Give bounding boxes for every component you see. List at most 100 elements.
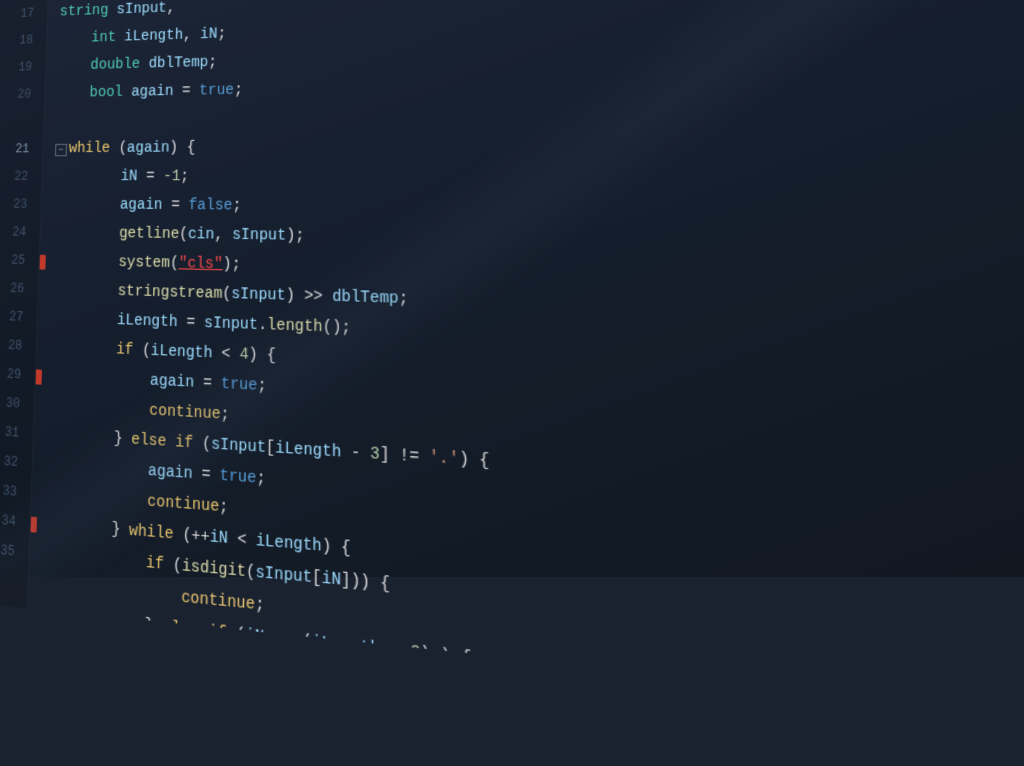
token: sInput bbox=[211, 430, 266, 464]
ln-blank2 bbox=[0, 564, 20, 598]
token: iN bbox=[209, 523, 228, 556]
token: again bbox=[120, 192, 163, 221]
ln-24: 24 bbox=[0, 219, 33, 248]
token: } bbox=[113, 425, 131, 456]
ln-23: 23 bbox=[0, 191, 33, 219]
token bbox=[57, 80, 90, 108]
token: - bbox=[390, 635, 400, 669]
token bbox=[400, 636, 410, 670]
token: != bbox=[399, 441, 419, 474]
ln-28: 28 bbox=[0, 331, 29, 361]
ln-29: 29 bbox=[0, 360, 28, 391]
ln-35: 35 bbox=[0, 534, 21, 568]
token: ); bbox=[286, 222, 305, 252]
token bbox=[58, 25, 91, 53]
token: bool bbox=[89, 79, 123, 107]
ln-31: 31 bbox=[0, 417, 25, 449]
token bbox=[292, 626, 302, 660]
token: = bbox=[201, 460, 211, 491]
token: - bbox=[351, 438, 361, 470]
ln-25: 25 bbox=[0, 247, 32, 276]
token: getline bbox=[119, 220, 180, 250]
ln-17: 17 bbox=[0, 0, 40, 28]
collapse-icon-21[interactable]: − bbox=[55, 144, 67, 156]
token: (); bbox=[323, 313, 351, 345]
token: } bbox=[144, 611, 163, 644]
token bbox=[390, 441, 400, 474]
token: 4 bbox=[239, 341, 248, 372]
token bbox=[210, 461, 220, 492]
token: system bbox=[118, 249, 170, 279]
token: ; bbox=[217, 21, 226, 49]
token: iN bbox=[200, 21, 218, 50]
ln-32: 32 bbox=[0, 446, 24, 478]
token: 3 bbox=[410, 637, 420, 671]
token: stringstream bbox=[117, 278, 222, 310]
token: true bbox=[219, 462, 256, 496]
token: int bbox=[91, 25, 116, 53]
token bbox=[295, 282, 304, 313]
token bbox=[49, 305, 117, 336]
token bbox=[52, 219, 120, 248]
token: ( bbox=[246, 557, 256, 590]
token bbox=[45, 421, 114, 455]
ln-30: 30 bbox=[0, 388, 26, 419]
ln-27: 27 bbox=[0, 303, 30, 333]
token: ) { bbox=[248, 341, 276, 373]
token-cls-string: "cls" bbox=[178, 250, 223, 280]
token bbox=[228, 524, 238, 556]
token: else if bbox=[162, 613, 227, 651]
token: ; bbox=[232, 192, 241, 221]
editor-container: 17 18 19 20 21 22 23 24 25 26 27 28 29 3… bbox=[0, 0, 1024, 577]
token: double bbox=[90, 51, 140, 80]
token bbox=[54, 163, 121, 191]
token bbox=[264, 623, 274, 656]
token: sInput bbox=[204, 309, 258, 341]
token: dblTemp bbox=[332, 283, 399, 316]
token: ; bbox=[255, 590, 265, 623]
token: iN bbox=[245, 621, 264, 655]
token: ( bbox=[222, 280, 231, 310]
ln-34: 34 bbox=[0, 505, 22, 538]
token bbox=[57, 53, 90, 81]
token: 3 bbox=[370, 439, 380, 471]
ln-20: 20 bbox=[0, 81, 37, 109]
token: . bbox=[258, 311, 267, 342]
token bbox=[419, 442, 429, 475]
token: string bbox=[59, 0, 109, 26]
token: ( bbox=[202, 430, 212, 461]
code-view: 17 18 19 20 21 22 23 24 25 26 27 28 29 3… bbox=[0, 0, 1024, 737]
token: false bbox=[188, 192, 232, 221]
token bbox=[230, 340, 239, 371]
token: ) { bbox=[459, 445, 490, 479]
token: ++ bbox=[191, 521, 210, 554]
token: = bbox=[203, 369, 212, 400]
ln-22: 22 bbox=[0, 164, 34, 192]
token: iLength bbox=[275, 434, 341, 469]
token: if bbox=[116, 336, 134, 366]
token bbox=[226, 619, 236, 652]
token bbox=[323, 283, 332, 314]
token: , bbox=[183, 22, 201, 50]
token: ); bbox=[223, 251, 241, 281]
token: length bbox=[267, 311, 323, 343]
token bbox=[50, 276, 118, 307]
token: ; bbox=[399, 284, 409, 315]
token: iLength bbox=[124, 22, 183, 51]
token: iLength bbox=[150, 337, 212, 369]
token: true bbox=[221, 370, 258, 402]
token: ; bbox=[208, 49, 217, 77]
token: ; bbox=[257, 372, 266, 403]
token: < bbox=[237, 525, 247, 557]
keyword-while: while bbox=[68, 135, 110, 163]
token: == bbox=[273, 624, 292, 658]
token: true bbox=[199, 77, 234, 106]
token: } bbox=[111, 515, 129, 547]
token: dblTemp bbox=[148, 49, 208, 78]
token bbox=[48, 333, 116, 365]
token: >> bbox=[304, 282, 323, 313]
token: '.' bbox=[429, 443, 459, 477]
ln-26: 26 bbox=[0, 275, 31, 304]
token: sInput bbox=[232, 221, 286, 251]
token: iN bbox=[322, 564, 341, 598]
